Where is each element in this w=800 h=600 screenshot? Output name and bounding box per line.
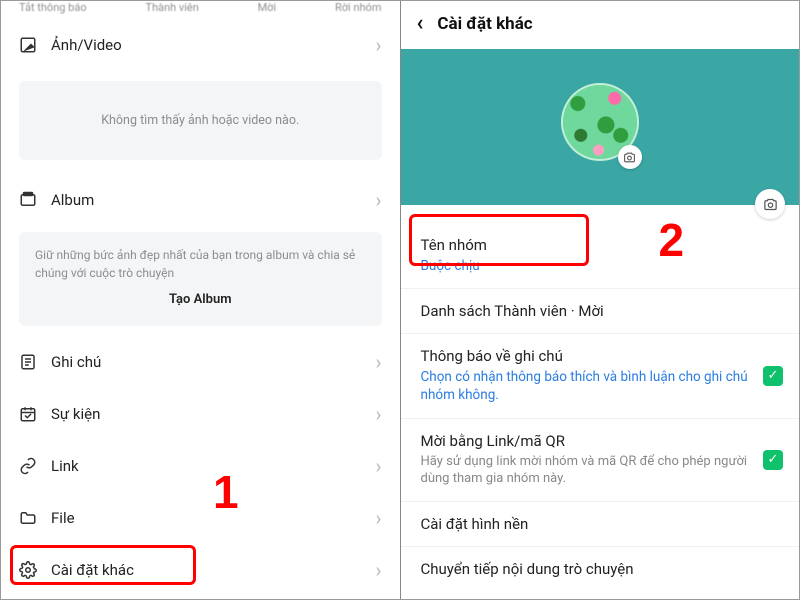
members-label: Danh sách Thành viên · Mời (421, 302, 780, 320)
row-file-label: File (51, 509, 75, 527)
chevron-right-icon: › (375, 506, 381, 530)
row-file[interactable]: File › (1, 492, 400, 544)
qr-title: Mời bằng Link/mã QR (421, 432, 750, 450)
row-link-label: Link (51, 457, 79, 475)
item-wallpaper[interactable]: Cài đặt hình nền (401, 502, 800, 547)
row-notes[interactable]: Ghi chú › (1, 336, 400, 388)
tab-mute[interactable]: Tắt thông báo (19, 1, 87, 14)
group-name-value: Buộc chịu (421, 257, 780, 275)
section-album[interactable]: Album › (1, 174, 400, 226)
notif-title: Thông báo về ghi chú (421, 347, 750, 365)
group-name-label: Tên nhóm (421, 236, 780, 254)
chevron-right-icon: › (375, 350, 381, 374)
chevron-right-icon: › (375, 558, 381, 582)
create-album-link[interactable]: Tạo Album (35, 290, 366, 310)
notif-toggle[interactable]: ✓ (763, 366, 783, 386)
right-header-title: Cài đặt khác (437, 14, 532, 34)
tab-members[interactable]: Thành viên (145, 1, 198, 14)
item-note-notifications[interactable]: Thông báo về ghi chú Chọn có nhận thông … (401, 334, 800, 418)
row-notes-label: Ghi chú (51, 353, 101, 371)
notif-desc: Chọn có nhận thông báo thích và bình luậ… (421, 368, 750, 404)
right-header: ‹ Cài đặt khác (401, 1, 800, 49)
item-forward[interactable]: Chuyển tiếp nội dung trò chuyện (401, 547, 800, 591)
wallpaper-label: Cài đặt hình nền (421, 515, 780, 533)
section-album-label: Album (51, 191, 94, 209)
item-group-name[interactable]: Tên nhóm Buộc chịu (401, 223, 800, 289)
item-qr-invite[interactable]: Mời bằng Link/mã QR Hãy sử dụng link mời… (401, 419, 800, 502)
row-events-label: Sự kiện (51, 405, 100, 423)
note-icon (19, 353, 37, 371)
camera-avatar-icon[interactable] (618, 145, 642, 169)
photo-icon (19, 36, 37, 54)
chevron-right-icon: › (375, 33, 381, 57)
row-other-label: Cài đặt khác (51, 561, 134, 579)
chevron-right-icon: › (375, 188, 381, 212)
gear-icon (19, 561, 37, 579)
forward-label: Chuyển tiếp nội dung trò chuyện (421, 560, 780, 578)
tab-leave[interactable]: Rời nhóm (335, 1, 382, 14)
folder-icon (19, 509, 37, 527)
album-icon (19, 191, 37, 209)
right-panel: ‹ Cài đặt khác Tên nhóm Buộc chịu Danh s… (401, 1, 800, 599)
album-empty-state: Giữ những bức ảnh đẹp nhất của bạn trong… (19, 232, 382, 326)
row-events[interactable]: Sự kiện › (1, 388, 400, 440)
tab-invite[interactable]: Mời (258, 1, 277, 14)
calendar-icon (19, 405, 37, 423)
back-icon[interactable]: ‹ (417, 13, 424, 35)
left-panel: Tắt thông báo Thành viên Mời Rời nhóm Ản… (1, 1, 401, 599)
link-icon (19, 457, 37, 475)
qr-toggle[interactable]: ✓ (763, 450, 783, 470)
row-link[interactable]: Link › (1, 440, 400, 492)
row-other-settings[interactable]: Cài đặt khác › (1, 544, 400, 596)
group-cover (401, 49, 800, 205)
top-tab-bar: Tắt thông báo Thành viên Mời Rời nhóm (1, 1, 400, 19)
qr-desc: Hãy sử dụng link mời nhóm và mã QR để ch… (421, 453, 750, 488)
section-photos[interactable]: Ảnh/Video › (1, 19, 400, 71)
album-desc: Giữ những bức ảnh đẹp nhất của bạn trong… (35, 248, 355, 280)
chevron-right-icon: › (375, 402, 381, 426)
section-photos-label: Ảnh/Video (51, 36, 122, 54)
item-members[interactable]: Danh sách Thành viên · Mời (401, 289, 800, 334)
camera-cover-icon[interactable] (755, 189, 785, 219)
chevron-right-icon: › (375, 454, 381, 478)
photos-empty-state: Không tìm thấy ảnh hoặc video nào. (19, 81, 382, 160)
